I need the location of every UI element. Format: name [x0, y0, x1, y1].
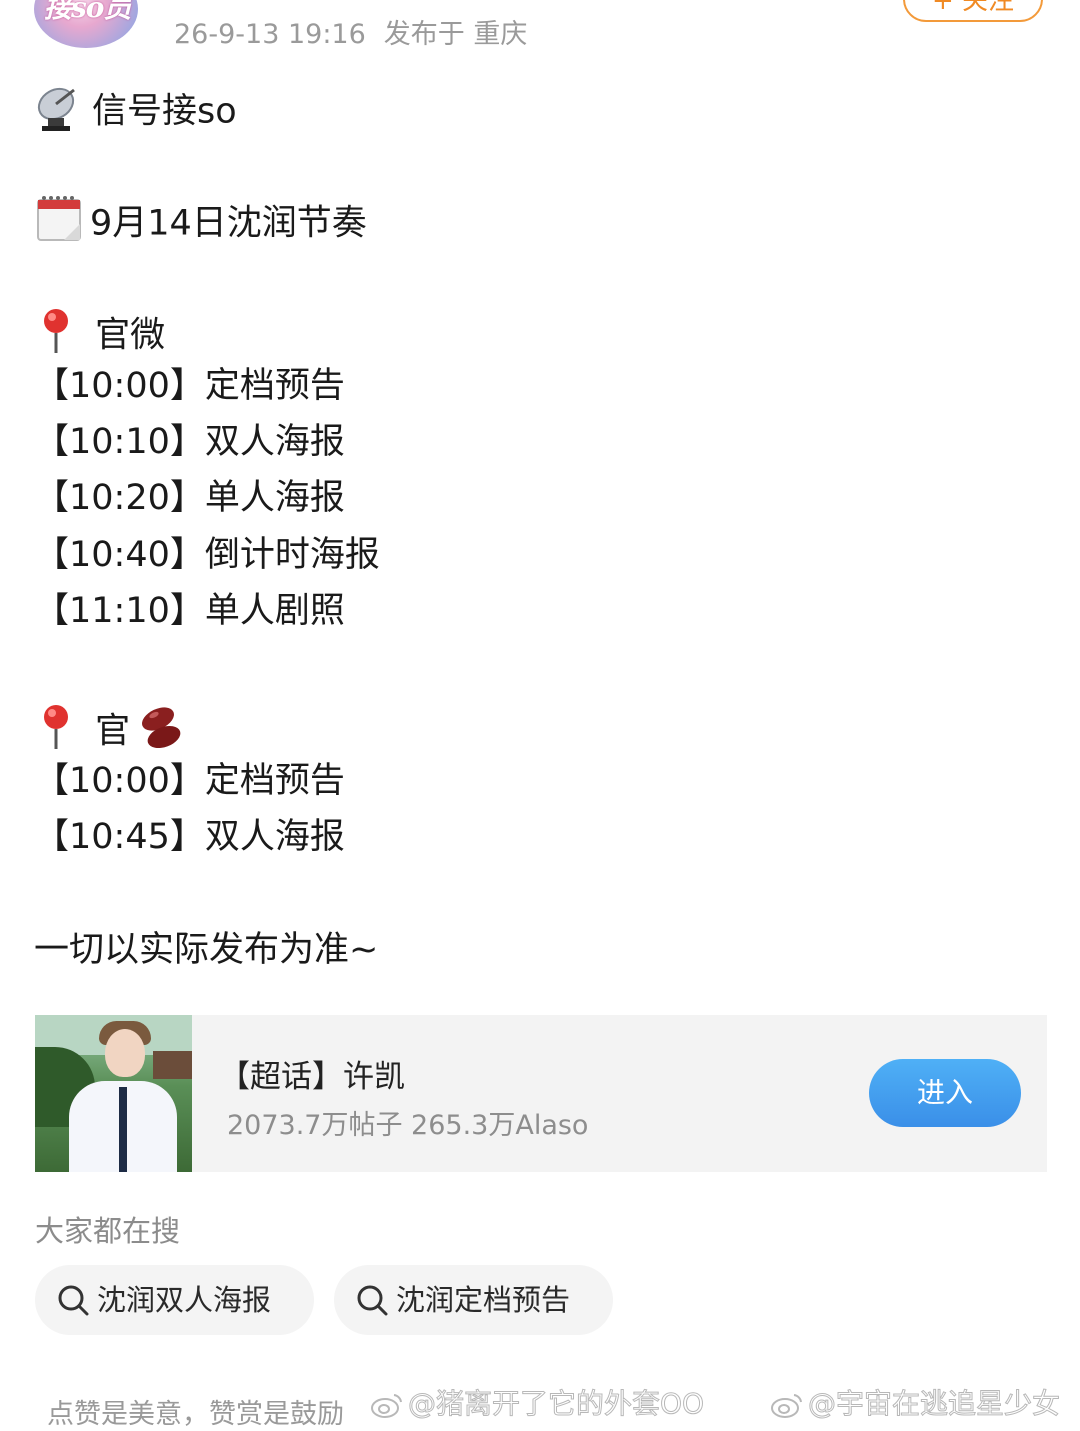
satellite-dish-icon — [34, 82, 86, 143]
watermark: @猪离开了它的外套OO — [370, 1382, 705, 1422]
post-line-date: 9月14日沈润节奏 — [34, 194, 367, 255]
post-line-text: 官微 — [84, 315, 166, 356]
enter-button[interactable]: 进入 — [869, 1059, 1021, 1127]
weibo-icon — [371, 1394, 402, 1418]
watermark-text: @猪离开了它的外套OO — [407, 1387, 705, 1421]
schedule-item: 【10:00】定档预告 — [34, 761, 345, 801]
post-line-text: 信号接so — [92, 91, 237, 132]
schedule-item: 【10:00】定档预告 — [34, 366, 345, 406]
schedule-item: 【11:10】单人剧照 — [34, 591, 345, 631]
search-chip[interactable]: 沈润双人海报 — [35, 1265, 314, 1335]
pin-icon — [34, 703, 78, 762]
footer-text: 点赞是美意，赞赏是鼓励 — [47, 1399, 344, 1430]
search-chip-label: 沈润双人海报 — [97, 1283, 272, 1317]
search-icon — [58, 1285, 89, 1316]
schedule-item: 【10:45】双人海报 — [34, 817, 345, 857]
post-timestamp: 26-9-13 19:16 — [174, 19, 366, 50]
post-line-text: 官 — [84, 711, 131, 752]
post-line-official-weibo: 官微 — [34, 307, 165, 366]
topic-stats: 2073.7万帖子 265.3万Alaso — [227, 1110, 589, 1141]
schedule-item: 【10:40】倒计时海报 — [34, 535, 380, 575]
trending-search-label: 大家都在搜 — [35, 1214, 181, 1248]
watermark-text: @宇宙在逃追星少女 — [807, 1387, 1061, 1421]
search-chip-label: 沈润定档预告 — [396, 1283, 571, 1317]
schedule-item: 【10:10】双人海报 — [34, 422, 345, 462]
schedule-item: 【10:20】单人海报 — [34, 478, 345, 518]
post-line-signal: 信号接so — [34, 82, 237, 143]
super-topic-card[interactable]: 【超话】许凯 2073.7万帖子 265.3万Alaso 进入 — [35, 1015, 1047, 1172]
post-meta: 26-9-13 19:16 发布于 重庆 — [174, 12, 527, 51]
post-line-text: 9月14日沈润节奏 — [90, 203, 367, 244]
search-icon — [357, 1285, 388, 1316]
post-location: 发布于 重庆 — [383, 19, 528, 50]
topic-thumbnail — [35, 1015, 192, 1172]
calendar-icon — [34, 194, 84, 255]
pin-icon — [34, 307, 78, 366]
avatar[interactable]: 接so员 — [34, 0, 138, 48]
follow-button[interactable]: + 关注 — [903, 0, 1043, 22]
post-line-official-douban: 官 — [34, 703, 192, 762]
weibo-icon — [771, 1394, 802, 1418]
beans-icon — [136, 703, 186, 762]
post-disclaimer: 一切以实际发布为准~ — [34, 930, 379, 970]
watermark: @宇宙在逃追星少女 — [770, 1382, 1061, 1422]
search-chip[interactable]: 沈润定档预告 — [334, 1265, 613, 1335]
topic-title: 【超话】许凯 — [219, 1059, 405, 1095]
avatar-text: 接so员 — [44, 0, 131, 24]
